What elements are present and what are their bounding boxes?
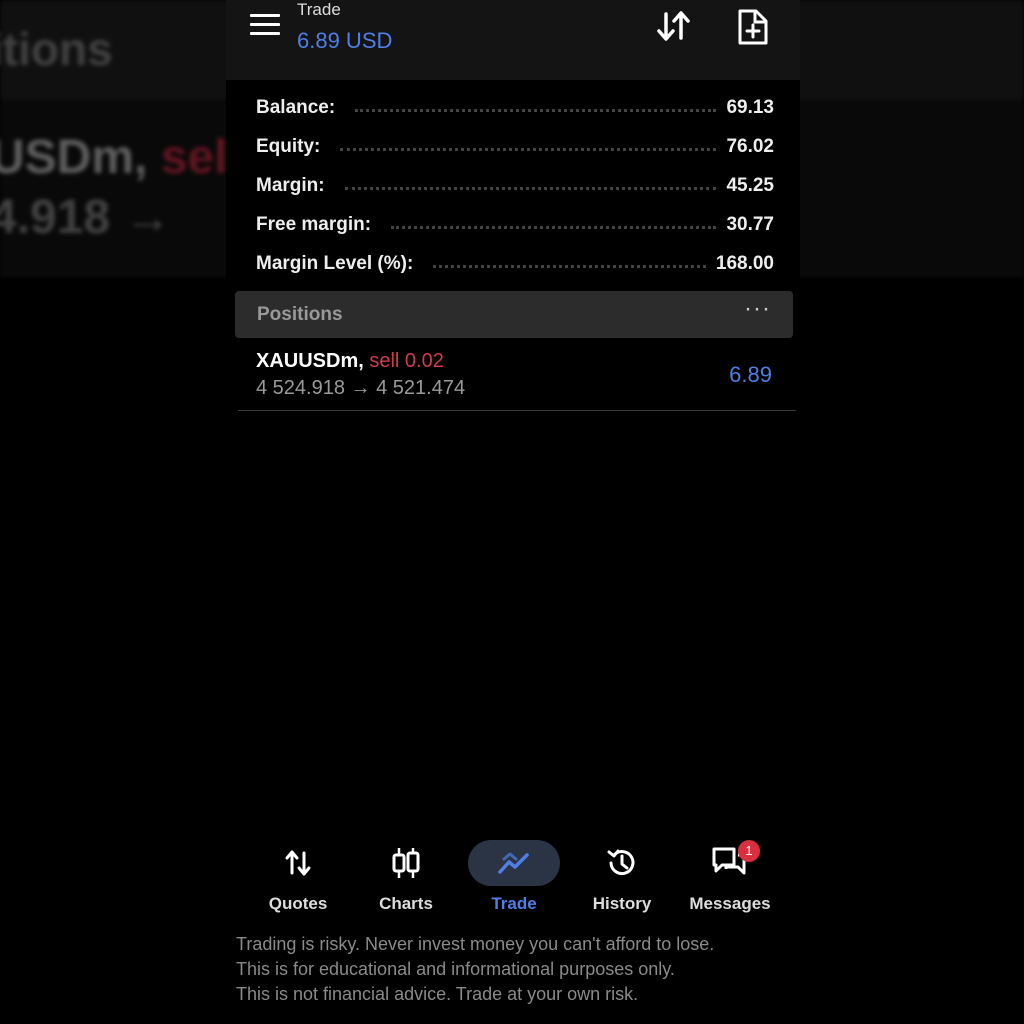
trade-icon-wrap xyxy=(460,832,568,894)
dotted-leader xyxy=(344,187,717,190)
nav-history-label: History xyxy=(592,894,652,913)
equity-row: Equity: 76.02 xyxy=(256,127,774,166)
background-title: itions xyxy=(0,23,113,75)
equity-value: 76.02 xyxy=(726,135,774,157)
more-options-icon[interactable]: ··· xyxy=(744,295,771,323)
charts-icon xyxy=(352,832,460,894)
nav-quotes[interactable]: Quotes xyxy=(244,832,352,922)
sort-icon[interactable] xyxy=(654,8,694,44)
nav-quotes-label: Quotes xyxy=(268,894,328,913)
nav-charts-label: Charts xyxy=(379,894,433,913)
nav-messages-label: Messages xyxy=(689,894,771,913)
balance-value: 69.13 xyxy=(726,96,774,118)
phone-screen: Trade 6.89 USD Balance: 69.13 Equity: 76… xyxy=(226,0,800,1024)
margin-level-value: 168.00 xyxy=(715,252,774,274)
position-profit: 6.89 xyxy=(729,362,772,387)
quotes-icon xyxy=(244,832,352,894)
bottom-navigation: Quotes Charts Trade History 1 Messages xyxy=(226,832,800,922)
new-order-icon[interactable] xyxy=(736,8,770,46)
margin-row: Margin: 45.25 xyxy=(256,166,774,205)
position-row[interactable]: XAUUSDm, sell 0.02 4 524.918 → 4 521.474… xyxy=(238,346,796,411)
nav-charts[interactable]: Charts xyxy=(352,832,460,922)
dotted-leader xyxy=(340,148,717,151)
messages-badge: 1 xyxy=(738,840,760,862)
position-symbol-text: XAUUSDm, xyxy=(256,350,364,372)
nav-trade-label: Trade xyxy=(491,894,537,913)
margin-value: 45.25 xyxy=(726,174,774,196)
dotted-leader xyxy=(355,109,717,112)
free-margin-value: 30.77 xyxy=(726,213,774,235)
nav-messages[interactable]: 1 Messages xyxy=(676,832,784,922)
free-margin-label: Free margin: xyxy=(256,213,382,236)
history-icon xyxy=(568,832,676,894)
total-profit: 6.89 USD xyxy=(297,28,393,53)
background-symbol-text: USDm, xyxy=(0,131,148,184)
account-summary: Balance: 69.13 Equity: 76.02 Margin: 45.… xyxy=(256,88,774,283)
background-symbol: USDm, sell xyxy=(0,130,241,185)
arrow-icon: → xyxy=(350,377,371,399)
dotted-leader xyxy=(391,226,717,229)
dotted-leader xyxy=(433,265,706,268)
balance-label: Balance: xyxy=(256,96,346,119)
trade-icon xyxy=(468,840,560,886)
page-title: Trade xyxy=(297,0,341,19)
current-price: 4 521.474 xyxy=(376,377,466,399)
background-price: 4.918 → xyxy=(0,191,172,244)
nav-history[interactable]: History xyxy=(568,832,676,922)
disclaimer-line: This is for educational and informationa… xyxy=(236,959,675,979)
positions-header: Positions ··· xyxy=(235,291,793,338)
position-side: sell 0.02 xyxy=(369,350,444,372)
open-price: 4 524.918 xyxy=(256,377,345,399)
position-symbol: XAUUSDm, sell 0.02 xyxy=(256,350,444,373)
messages-icon: 1 xyxy=(676,832,784,894)
top-bar: Trade 6.89 USD xyxy=(226,0,800,80)
free-margin-row: Free margin: 30.77 xyxy=(256,205,774,244)
margin-level-row: Margin Level (%): 168.00 xyxy=(256,244,774,283)
margin-level-label: Margin Level (%): xyxy=(256,252,424,275)
disclaimer-line: This is not financial advice. Trade at y… xyxy=(236,984,639,1004)
equity-label: Equity: xyxy=(256,135,331,158)
menu-icon[interactable] xyxy=(250,14,280,38)
margin-label: Margin: xyxy=(256,174,335,197)
balance-row: Balance: 69.13 xyxy=(256,88,774,127)
position-prices: 4 524.918 → 4 521.474 xyxy=(256,377,465,400)
nav-trade[interactable]: Trade xyxy=(460,832,568,922)
risk-disclaimer: Trading is risky. Never invest money you… xyxy=(236,932,796,1007)
positions-title: Positions xyxy=(257,304,343,325)
disclaimer-line: Trading is risky. Never invest money you… xyxy=(236,934,715,954)
